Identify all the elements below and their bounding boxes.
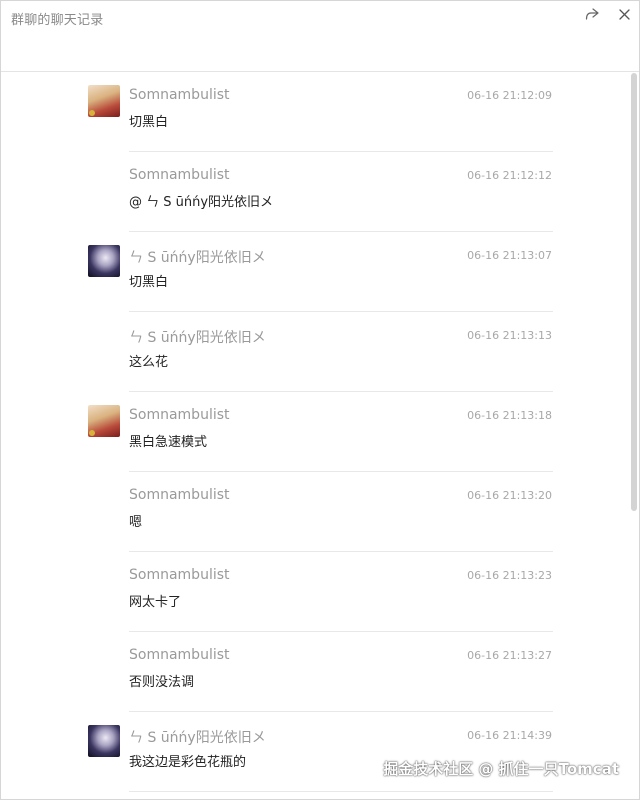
message-text: 我这边是彩色花瓶的 — [129, 755, 247, 770]
sender-name[interactable]: Somnambulist — [129, 407, 230, 423]
divider — [129, 551, 553, 552]
message-text: 黑白急速模式 — [129, 435, 208, 450]
message-item: ㄣ S ūńńy阳光依旧メ 06-16 21:13:13 这么花 — [1, 313, 631, 393]
message-list[interactable]: Somnambulist 06-16 21:12:09 切黑白 Somnambu… — [1, 73, 639, 799]
window-title: 群聊的聊天记录 — [11, 13, 104, 28]
message-item: Somnambulist 06-16 21:13:27 否则没法调 — [1, 633, 631, 713]
status-badge-icon — [89, 430, 95, 436]
sender-name[interactable]: Somnambulist — [129, 167, 230, 183]
sender-name[interactable]: ㄣ S ūńńy阳光依旧メ — [129, 327, 266, 347]
sender-name[interactable]: Somnambulist — [129, 567, 230, 583]
sender-name[interactable]: Somnambulist — [129, 487, 230, 503]
message-text: 这么花 — [129, 355, 169, 370]
sunny-avatar[interactable] — [88, 245, 120, 277]
message-item: Somnambulist 06-16 21:13:18 黑白急速模式 — [1, 393, 631, 473]
sender-name[interactable]: ㄣ S ūńńy阳光依旧メ — [129, 727, 266, 747]
divider — [129, 471, 553, 472]
divider — [129, 711, 553, 712]
divider — [129, 631, 553, 632]
somnambulist-avatar[interactable] — [88, 405, 120, 437]
sender-name[interactable]: Somnambulist — [129, 87, 230, 103]
message-item: Somnambulist 06-16 21:13:20 嗯 — [1, 473, 631, 553]
sender-name[interactable]: ㄣ S ūńńy阳光依旧メ — [129, 247, 266, 267]
message-text: 网太卡了 — [129, 595, 182, 610]
divider — [129, 391, 553, 392]
sunny-avatar[interactable] — [88, 725, 120, 757]
divider — [129, 791, 553, 792]
title-bar: 群聊的聊天记录 — [1, 1, 639, 72]
share-icon — [585, 8, 599, 20]
message-time: 06-16 21:12:09 — [467, 89, 552, 102]
message-time: 06-16 21:13:13 — [467, 329, 552, 342]
scrollbar[interactable] — [629, 73, 639, 799]
message-text: @ ㄣ S ūńńy阳光依旧メ — [129, 195, 274, 210]
divider — [129, 311, 553, 312]
divider — [129, 231, 553, 232]
scrollbar-thumb[interactable] — [631, 73, 637, 511]
message-time: 06-16 21:13:20 — [467, 489, 552, 502]
message-text: 切黑白 — [129, 275, 169, 290]
message-time: 06-16 21:13:18 — [467, 409, 552, 422]
watermark: 掘金技术社区 @ 抓住一只Tomcat — [383, 760, 619, 778]
message-time: 06-16 21:13:27 — [467, 649, 552, 662]
message-item: ㄣ S ūńńy阳光依旧メ 06-16 21:13:07 切黑白 — [1, 233, 631, 313]
message-item: ㄣ S ūńńy阳光依旧メ 06-16 21:14:39 我这边是彩色花瓶的 — [1, 713, 631, 793]
message-time: 06-16 21:13:23 — [467, 569, 552, 582]
chat-history-window: 群聊的聊天记录 Somnambulist 06-16 21:12:09 切黑白 — [0, 0, 640, 800]
message-time: 06-16 21:13:07 — [467, 249, 552, 262]
divider — [129, 151, 553, 152]
sender-name[interactable]: Somnambulist — [129, 647, 230, 663]
somnambulist-avatar[interactable] — [88, 85, 120, 117]
close-button[interactable] — [613, 5, 635, 23]
message-time: 06-16 21:14:39 — [467, 729, 552, 742]
status-badge-icon — [89, 110, 95, 116]
message-text: 否则没法调 — [129, 675, 195, 690]
message-item: Somnambulist 06-16 21:13:23 网太卡了 — [1, 553, 631, 633]
message-text: 切黑白 — [129, 115, 169, 130]
message-item: Somnambulist 06-16 21:12:12 @ ㄣ S ūńńy阳光… — [1, 153, 631, 233]
share-button[interactable] — [581, 5, 603, 23]
message-time: 06-16 21:12:12 — [467, 169, 552, 182]
message-item: Somnambulist 06-16 21:12:09 切黑白 — [1, 73, 631, 153]
message-text: 嗯 — [129, 515, 143, 530]
close-icon — [618, 8, 630, 20]
